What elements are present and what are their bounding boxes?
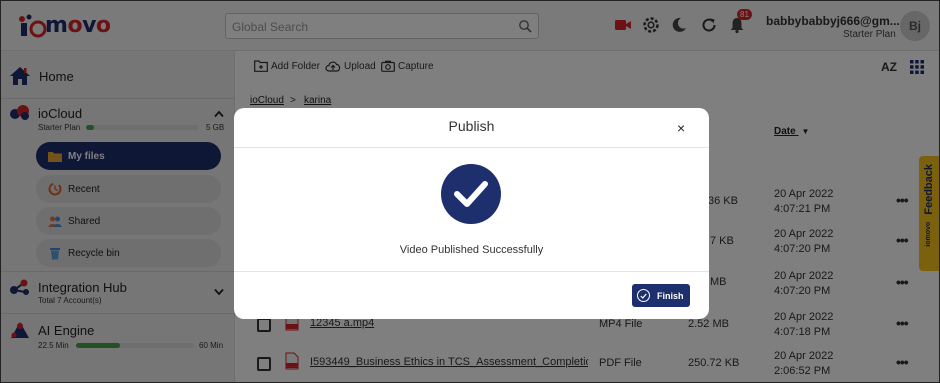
check-circle-icon — [441, 164, 501, 224]
publish-dialog: Publish × Video Published Successfully F… — [234, 108, 709, 319]
dialog-title: Publish — [448, 118, 495, 134]
app-window: movo Global Search 81 b — [0, 0, 940, 383]
dialog-divider — [234, 271, 709, 272]
check-icon — [637, 289, 650, 302]
dialog-divider — [234, 147, 709, 148]
success-message: Video Published Successfully — [399, 244, 544, 256]
finish-label: Finish — [657, 290, 684, 301]
finish-button[interactable]: Finish — [632, 284, 690, 307]
close-icon[interactable]: × — [677, 120, 685, 136]
